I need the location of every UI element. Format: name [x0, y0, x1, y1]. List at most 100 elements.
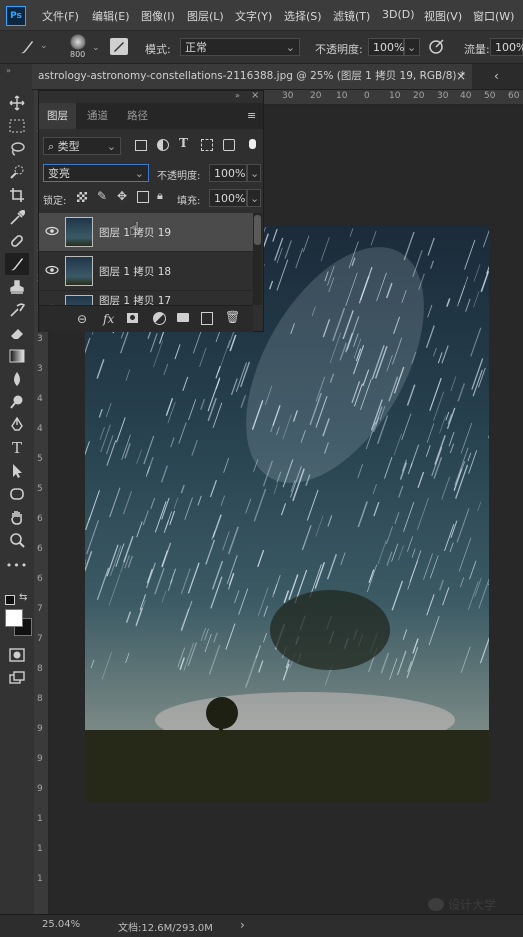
lock-pixels-icon[interactable]: ✎ [97, 189, 107, 203]
menu-view[interactable]: 视图(V) [424, 8, 462, 24]
layer-thumbnail [65, 295, 93, 305]
layer-row[interactable]: 图层 1 拷贝 18 [39, 252, 253, 291]
layer-opacity-chevron-icon[interactable]: ⌄ [247, 164, 261, 182]
foreground-color-swatch[interactable] [5, 609, 23, 627]
screen-mode-icon[interactable] [5, 667, 29, 689]
lock-artboard-icon[interactable] [137, 191, 149, 203]
lock-transparency-icon[interactable] [77, 192, 87, 202]
layer-style-fx-icon[interactable]: fx [103, 312, 114, 326]
layer-row[interactable]: 图层 1 拷贝 17 [39, 291, 253, 305]
layer-row[interactable]: 图层 1 拷贝 19 ☝ [39, 213, 253, 252]
brush-settings-icon[interactable] [110, 38, 128, 55]
pen-tool-icon[interactable] [5, 414, 29, 436]
document-tab[interactable]: astrology-astronomy-constellations-21163… [32, 64, 472, 89]
lock-all-icon[interactable]: 🔒︎ [157, 189, 163, 203]
panel-menu-icon[interactable]: ≡ [247, 109, 256, 122]
brush-tool-active-icon[interactable] [5, 253, 29, 275]
quick-select-tool-icon[interactable] [5, 161, 29, 183]
menu-window[interactable]: 窗口(W) [473, 8, 514, 24]
more-tools-icon[interactable]: ••• [5, 554, 29, 576]
flow-input[interactable]: 100% [490, 38, 523, 56]
move-tool-icon[interactable] [5, 92, 29, 114]
eyedropper-tool-icon[interactable] [5, 207, 29, 229]
opacity-chevron-icon[interactable]: ⌄ [404, 38, 420, 56]
ruler-tick-label: 6 [37, 514, 43, 524]
menu-edit[interactable]: 编辑(E) [92, 8, 130, 24]
layer-opacity-input[interactable]: 100% [209, 164, 247, 182]
filter-type-icon[interactable]: T [179, 136, 188, 150]
dodge-tool-icon[interactable] [5, 391, 29, 413]
healing-brush-tool-icon[interactable] [5, 230, 29, 252]
swap-colors-icon[interactable]: ⇆ [19, 592, 27, 603]
eraser-tool-icon[interactable] [5, 322, 29, 344]
zoom-tool-icon[interactable] [5, 529, 29, 551]
new-layer-icon[interactable] [201, 312, 213, 325]
menu-select[interactable]: 选择(S) [284, 8, 322, 24]
brush-tool-icon[interactable] [18, 38, 36, 59]
marquee-tool-icon[interactable] [5, 115, 29, 137]
history-brush-tool-icon[interactable] [5, 299, 29, 321]
blend-mode-select[interactable]: 变亮 ⌄ [43, 164, 149, 182]
status-expand-icon[interactable]: › [240, 918, 245, 932]
mode-select[interactable]: 正常 ⌄ [180, 38, 300, 56]
search-icon: ⌕ [48, 140, 58, 153]
menu-image[interactable]: 图像(I) [141, 8, 175, 24]
opacity-input[interactable]: 100% [368, 38, 404, 56]
tool-preset-chevron-icon[interactable]: ⌄ [40, 41, 48, 51]
filter-pixel-icon[interactable] [135, 140, 147, 151]
menu-3d[interactable]: 3D(D) [382, 8, 415, 21]
brush-preview-icon[interactable] [70, 34, 86, 50]
layer-name[interactable]: 图层 1 拷贝 17 [99, 293, 171, 305]
adjustment-layer-icon[interactable] [153, 312, 166, 325]
tab-paths[interactable]: 路径 [119, 103, 156, 129]
fill-chevron-icon[interactable]: ⌄ [247, 189, 261, 207]
menu-layer[interactable]: 图层(L) [187, 8, 224, 24]
tabs-overflow-icon[interactable]: ‹ [494, 69, 499, 83]
visibility-eye-icon[interactable] [45, 263, 59, 277]
fill-input[interactable]: 100% [209, 189, 247, 207]
tools-panel: » T ••• ⇆ [0, 64, 35, 914]
blur-tool-icon[interactable] [5, 368, 29, 390]
ruler-tick-label: 6 [37, 544, 43, 554]
layer-thumbnail [65, 217, 93, 247]
zoom-level[interactable]: 25.04% [42, 919, 80, 930]
hand-tool-icon[interactable] [5, 506, 29, 528]
scrollbar-thumb[interactable] [254, 215, 261, 245]
delete-layer-trash-icon[interactable]: 🗑︎ [225, 310, 240, 324]
ruler-tick-label: 30 [282, 91, 293, 101]
filter-adjustment-icon[interactable] [157, 139, 169, 151]
menu-type[interactable]: 文字(Y) [235, 8, 272, 24]
filter-shape-icon[interactable] [201, 139, 213, 151]
add-mask-icon[interactable] [127, 313, 138, 323]
type-tool-icon[interactable]: T [5, 437, 29, 459]
layer-name[interactable]: 图层 1 拷贝 18 [99, 264, 171, 279]
document-close-icon[interactable]: × [456, 69, 466, 83]
panel-collapse-icon[interactable]: » [235, 91, 240, 100]
lasso-tool-icon[interactable] [5, 138, 29, 160]
path-select-tool-icon[interactable] [5, 460, 29, 482]
lock-position-icon[interactable]: ✥ [117, 189, 127, 203]
brush-picker-chevron-icon[interactable]: ⌄ [92, 43, 100, 53]
clone-stamp-tool-icon[interactable] [5, 276, 29, 298]
tab-layers[interactable]: 图层 [39, 103, 76, 129]
filter-smart-object-icon[interactable] [223, 139, 235, 151]
link-layers-icon[interactable]: ⊖ [77, 312, 87, 326]
toolbar-collapse-icon[interactable]: » [6, 66, 11, 75]
mode-select-value: 正常 [185, 41, 207, 54]
gradient-tool-icon[interactable] [5, 345, 29, 367]
new-group-folder-icon[interactable] [177, 313, 189, 322]
crop-tool-icon[interactable] [5, 184, 29, 206]
panel-close-icon[interactable]: × [251, 90, 259, 101]
filter-toggle-icon[interactable] [249, 139, 256, 149]
tab-channels[interactable]: 通道 [79, 103, 116, 129]
shape-tool-icon[interactable] [5, 483, 29, 505]
layers-scrollbar[interactable] [253, 213, 262, 305]
menu-file[interactable]: 文件(F) [42, 8, 79, 24]
menu-filter[interactable]: 滤镜(T) [333, 8, 370, 24]
visibility-eye-icon[interactable] [45, 224, 59, 238]
quick-mask-icon[interactable] [5, 644, 29, 666]
pressure-opacity-icon[interactable] [428, 39, 446, 58]
photoshop-logo-icon[interactable]: Ps [6, 6, 26, 26]
layer-filter-select[interactable]: ⌕ 类型 ⌄ [43, 137, 121, 155]
default-colors-icon[interactable] [5, 595, 15, 605]
